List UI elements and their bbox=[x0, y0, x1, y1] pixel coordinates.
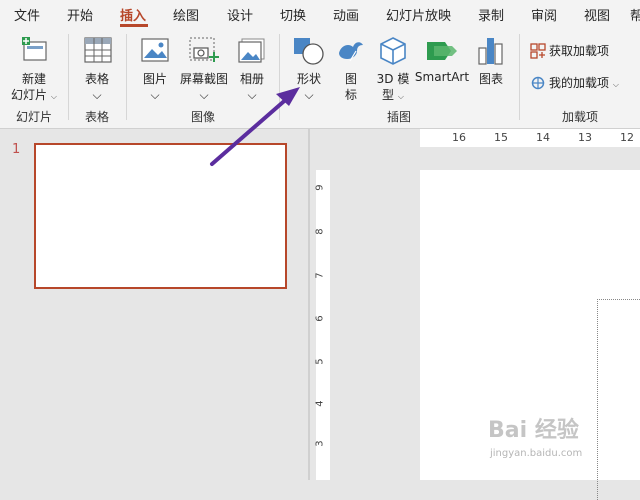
watermark: Bai 经验 jingyan.baidu.com bbox=[488, 412, 608, 467]
annotation-arrow bbox=[210, 87, 300, 166]
watermark-url: jingyan.baidu.com bbox=[490, 448, 583, 459]
watermark-text: Bai 经验 bbox=[488, 418, 579, 443]
